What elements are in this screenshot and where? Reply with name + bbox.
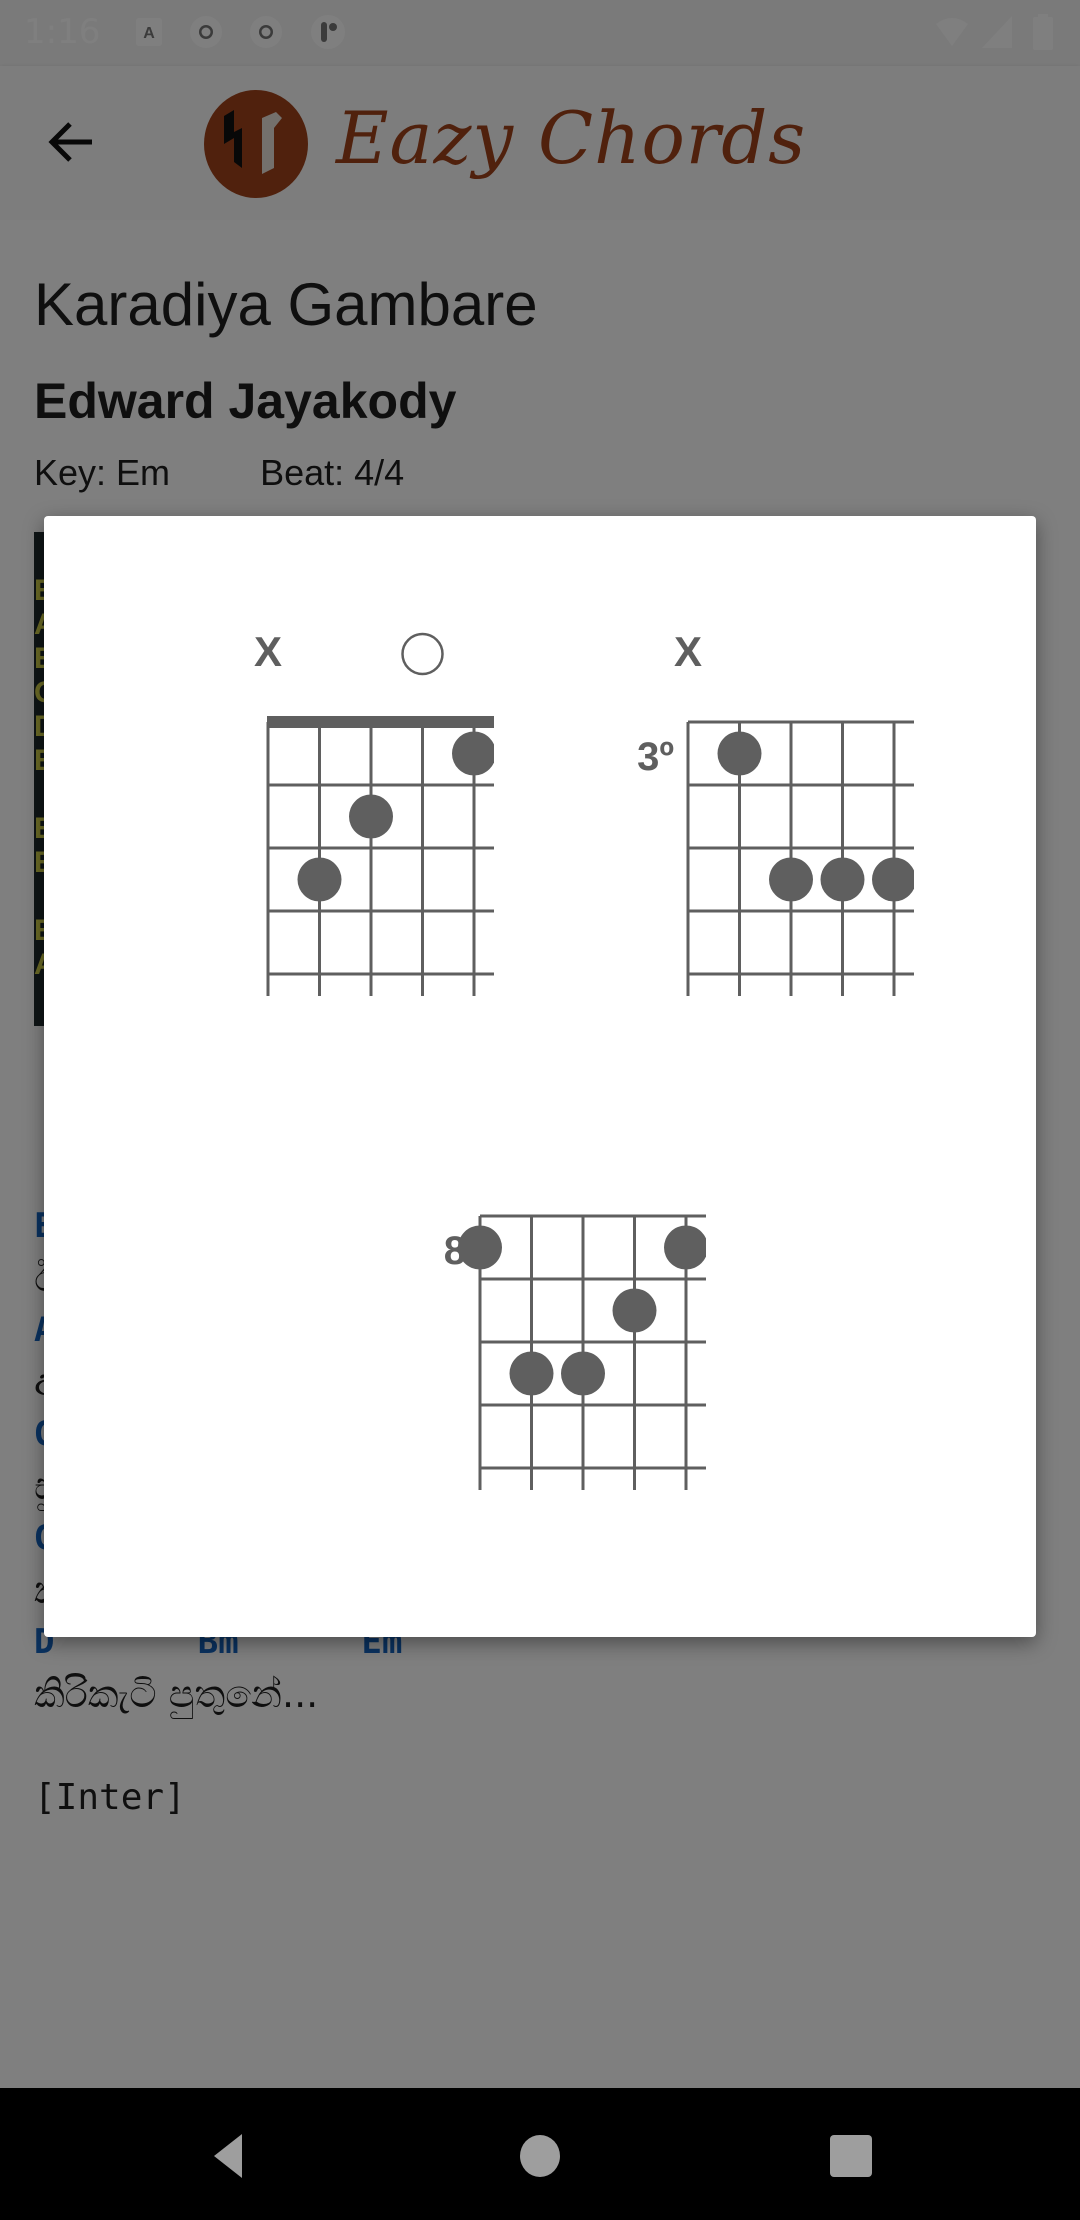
chord-diagram: 8EADGBE (444, 1214, 706, 1490)
chord-diagram-dialog: XEADGBE X3ºEADGBE 8EADGBE (44, 516, 1036, 1637)
navigation-bar (0, 2088, 1080, 2220)
home-nav-icon[interactable] (510, 2126, 570, 2186)
finger-dot (458, 1225, 502, 1270)
finger-dot (349, 794, 393, 839)
finger-dot (820, 857, 865, 902)
muted-string-marker: X (254, 628, 282, 675)
finger-dot (664, 1225, 706, 1270)
finger-dot (612, 1288, 657, 1333)
recents-nav-icon[interactable] (820, 2126, 880, 2186)
muted-string-marker: X (674, 628, 702, 675)
chord-diagram: XEADGBE (254, 628, 494, 996)
finger-dot (769, 857, 813, 902)
finger-dot (872, 857, 914, 902)
open-string-marker (401, 632, 444, 676)
nut (267, 716, 494, 728)
finger-dot (717, 731, 762, 776)
base-fret-label: 3º (637, 735, 674, 779)
back-nav-icon[interactable] (200, 2126, 260, 2186)
chord-diagram: X3ºEADGBE (637, 628, 914, 996)
finger-dot (297, 857, 342, 902)
finger-dot (452, 731, 494, 776)
finger-dot (561, 1351, 605, 1396)
finger-dot (509, 1351, 554, 1396)
